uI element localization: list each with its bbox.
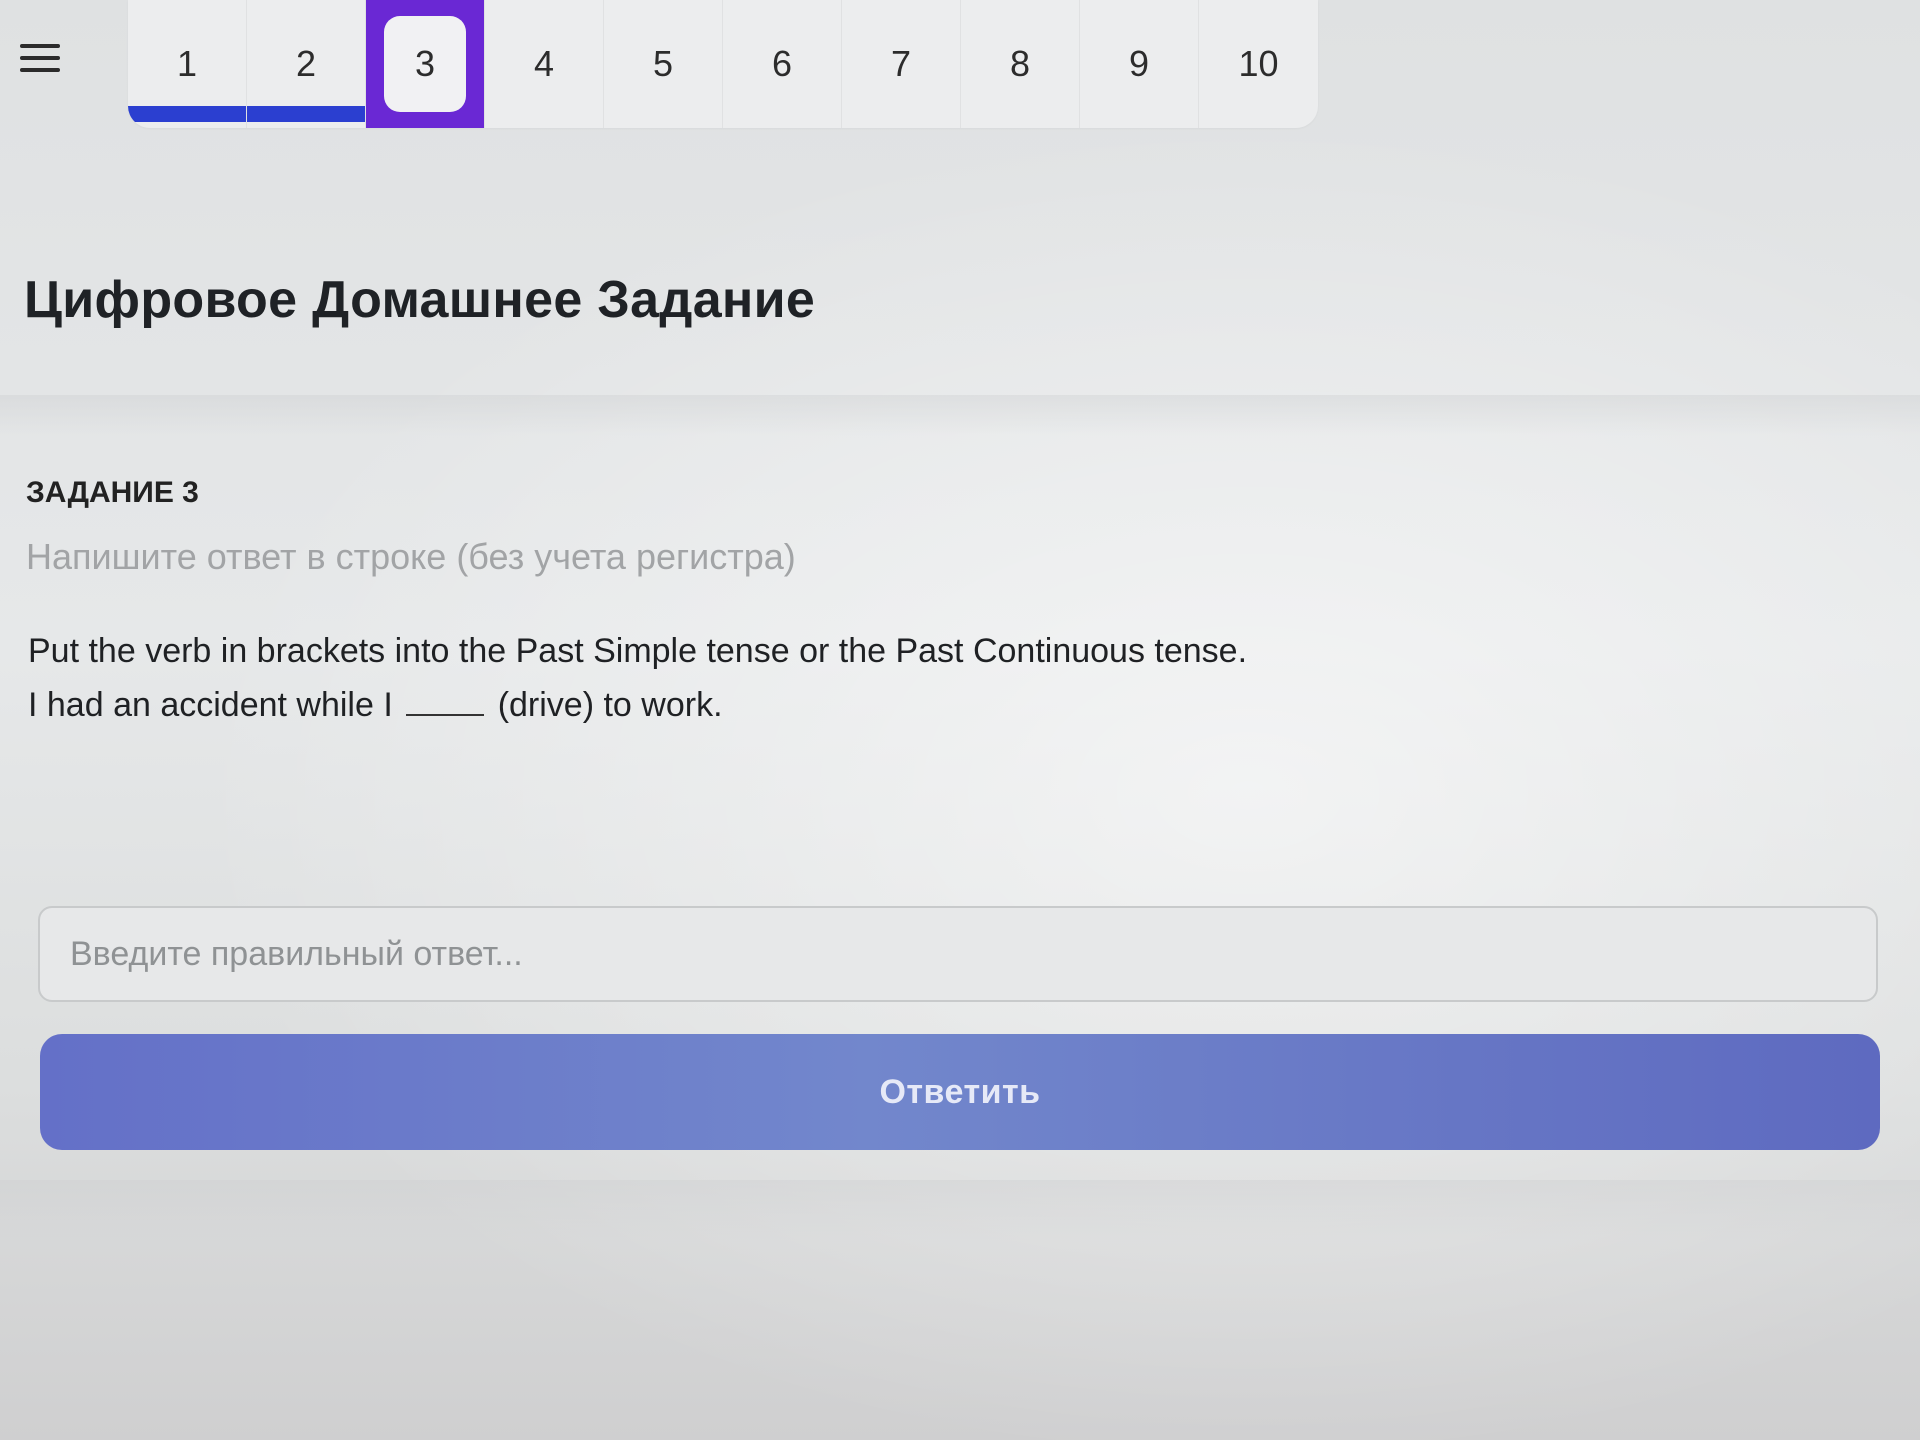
question-tab-label: 6 — [771, 43, 793, 84]
question-tab-label: 1 — [176, 43, 198, 84]
task-text: Put the verb in brackets into the Past S… — [28, 624, 1247, 732]
hamburger-menu-icon — [20, 43, 60, 72]
question-tab-label: 10 — [1238, 43, 1279, 84]
question-tab-label: 2 — [295, 43, 317, 84]
question-tab-label: 7 — [890, 43, 912, 84]
question-tab-6[interactable]: 6 — [723, 0, 842, 128]
question-tab-label: 9 — [1128, 43, 1150, 84]
question-navigation: 1 2 3 4 5 6 7 8 9 10 — [128, 0, 1318, 128]
footer-band — [0, 1180, 1920, 1240]
question-tab-label: 4 — [533, 43, 555, 84]
question-tab-9[interactable]: 9 — [1080, 0, 1199, 128]
task-label: ЗАДАНИЕ 3 — [26, 476, 199, 509]
question-tab-3[interactable]: 3 — [366, 0, 485, 128]
task-instruction: Put the verb in brackets into the Past S… — [28, 632, 1248, 670]
task-hint: Напишите ответ в строке (без учета регис… — [26, 536, 796, 577]
task-sentence: I had an accident while I (drive) to wor… — [28, 678, 1247, 732]
question-tab-label: 5 — [652, 43, 674, 84]
question-tab-4[interactable]: 4 — [485, 0, 604, 128]
sentence-before-blank: I had an accident while I — [28, 686, 393, 724]
submit-answer-button[interactable]: Ответить — [40, 1034, 1880, 1150]
question-tab-1[interactable]: 1 — [128, 0, 247, 128]
question-tab-label: 8 — [1009, 43, 1031, 84]
question-tab-7[interactable]: 7 — [842, 0, 961, 128]
sentence-blank — [406, 688, 485, 716]
page-title: Цифровое Домашнее Задание — [24, 271, 816, 329]
sentence-after-blank: (drive) to work. — [497, 686, 723, 724]
question-tab-label: 3 — [384, 16, 466, 112]
question-tab-8[interactable]: 8 — [961, 0, 1080, 128]
question-tab-5[interactable]: 5 — [604, 0, 723, 128]
menu-button[interactable] — [0, 0, 80, 115]
question-tab-10[interactable]: 10 — [1199, 0, 1318, 128]
answer-input[interactable] — [38, 906, 1878, 1002]
section-divider — [0, 395, 1920, 435]
question-tab-2[interactable]: 2 — [247, 0, 366, 128]
